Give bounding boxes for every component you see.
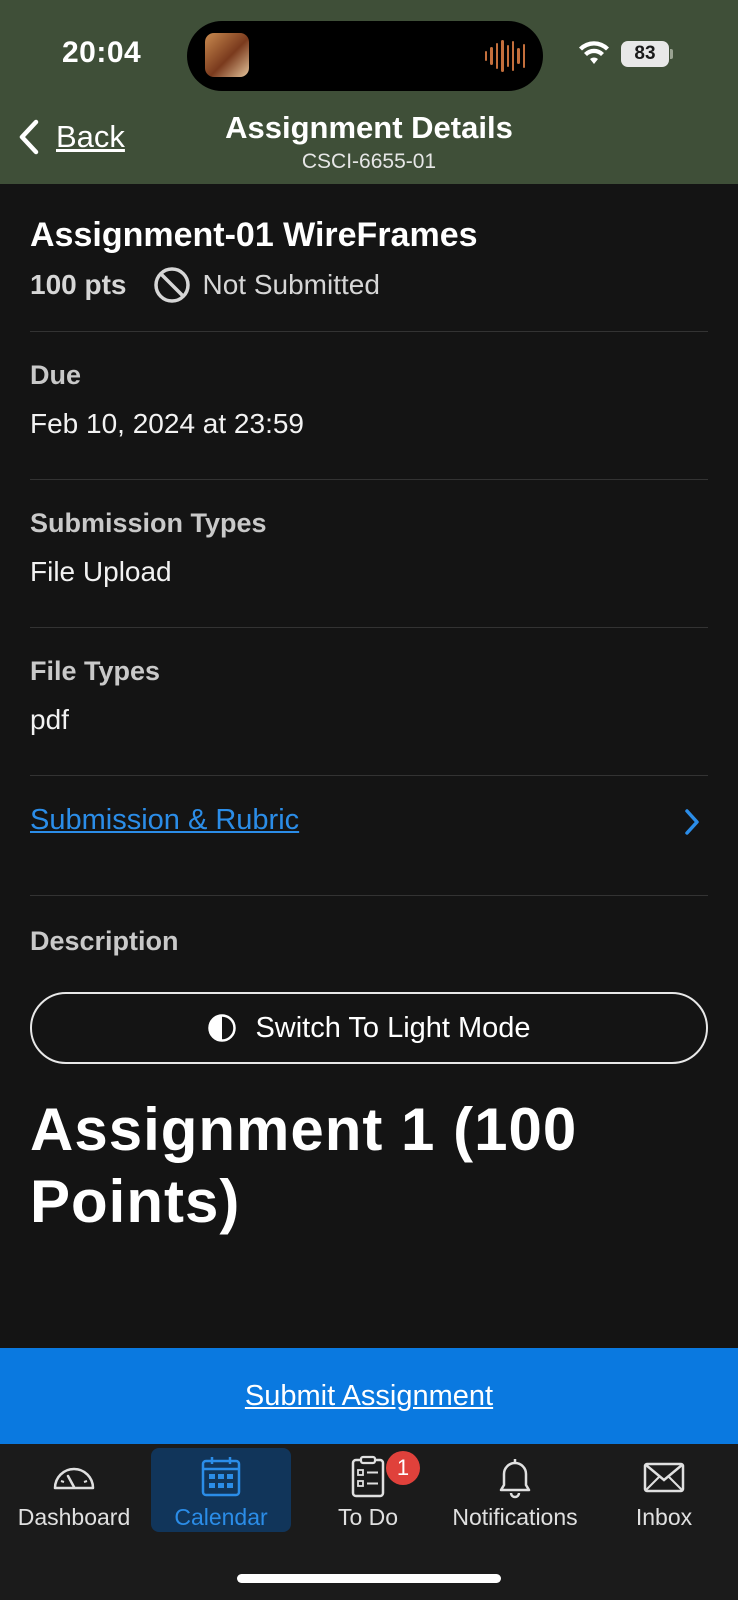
due-date: Feb 10, 2024 at 23:59 — [30, 408, 304, 439]
submission-rubric-link[interactable]: Submission & Rubric — [30, 804, 299, 837]
wifi-icon — [579, 41, 609, 64]
tab-label: To Do — [337, 1504, 399, 1530]
submission-types-label: Submission Types — [30, 508, 267, 538]
tab-notifications[interactable]: Notifications — [440, 1448, 590, 1532]
todo-icon — [351, 1455, 385, 1498]
divider — [30, 627, 708, 628]
submission-status: Not Submitted — [202, 269, 380, 300]
tab-calendar[interactable]: Calendar — [151, 1448, 291, 1532]
home-indicator[interactable] — [237, 1574, 501, 1583]
tab-label: Notifications — [452, 1504, 578, 1530]
not-submitted-icon — [153, 267, 190, 303]
points: 100 pts — [30, 269, 127, 300]
dashboard-icon — [53, 1467, 95, 1490]
mail-icon — [643, 1462, 685, 1493]
audio-waveform-icon — [485, 39, 525, 73]
divider — [30, 895, 708, 896]
bell-icon — [499, 1459, 531, 1499]
app-header: 20:04 83 Back Assignment Details CSCI-66… — [0, 0, 738, 184]
battery-indicator: 83 — [621, 41, 669, 67]
course-code: CSCI-6655-01 — [301, 150, 437, 173]
chevron-right-icon[interactable] — [684, 808, 700, 836]
page-title: Assignment Details — [225, 110, 513, 145]
now-playing-artwork — [205, 33, 249, 77]
contrast-icon — [208, 1014, 237, 1042]
file-types-label: File Types — [30, 656, 161, 686]
calendar-icon — [201, 1457, 241, 1497]
description-heading: Assignment 1 (100 Points) — [30, 1096, 578, 1235]
due-label: Due — [30, 360, 82, 390]
file-types-value: pdf — [30, 704, 69, 735]
tab-label: Dashboard — [17, 1504, 131, 1530]
assignment-meta: 100 pts Not Submitted — [30, 266, 380, 304]
todo-count-badge: 1 — [386, 1451, 420, 1485]
divider — [30, 775, 708, 776]
tab-bar: Dashboard Calendar To Do 1 Notifications… — [0, 1444, 738, 1600]
tab-inbox[interactable]: Inbox — [614, 1448, 714, 1532]
switch-light-mode-label: Switch To Light Mode — [255, 1011, 531, 1044]
submit-assignment-label: Submit Assignment — [244, 1379, 494, 1412]
divider — [30, 331, 708, 332]
battery-tip — [670, 49, 673, 59]
description-label: Description — [30, 926, 179, 956]
tab-label: Calendar — [174, 1504, 268, 1530]
submission-types-value: File Upload — [30, 556, 172, 587]
tab-label: Inbox — [635, 1504, 693, 1530]
divider — [30, 479, 708, 480]
tab-dashboard[interactable]: Dashboard — [14, 1448, 134, 1532]
dynamic-island[interactable] — [187, 21, 543, 91]
switch-light-mode-button[interactable]: Switch To Light Mode — [30, 992, 708, 1064]
submit-assignment-button[interactable]: Submit Assignment — [0, 1348, 738, 1444]
status-time: 20:04 — [62, 36, 142, 69]
assignment-title: Assignment-01 WireFrames — [30, 216, 478, 254]
